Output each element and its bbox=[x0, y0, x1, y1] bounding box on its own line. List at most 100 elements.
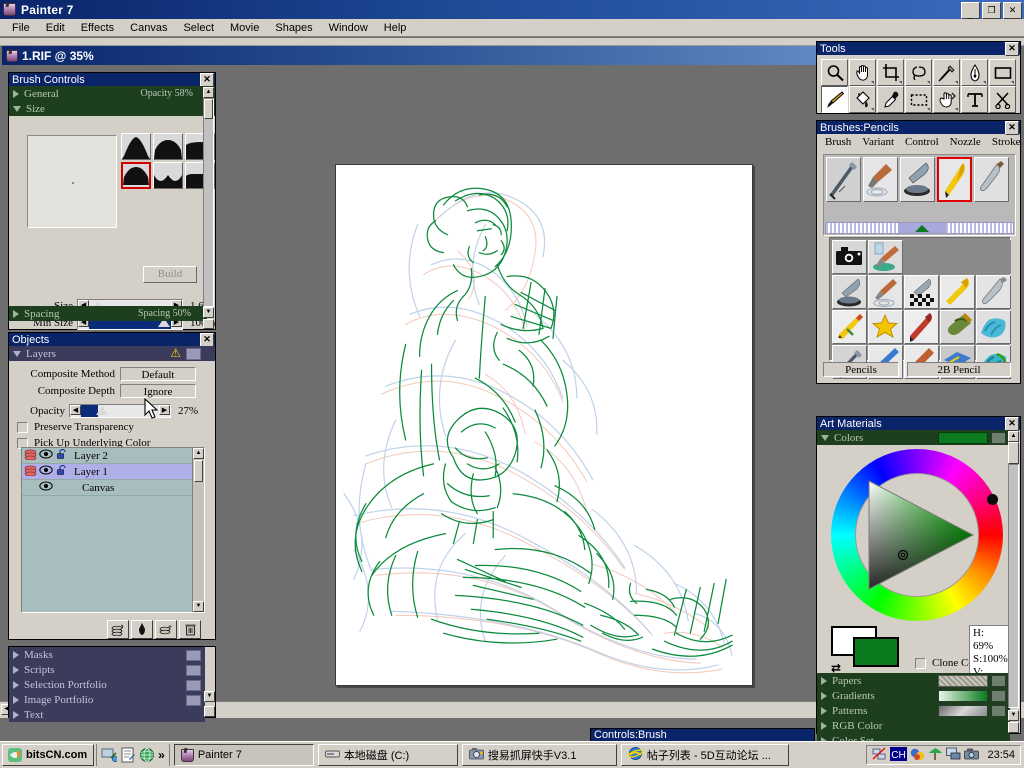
artists-icon[interactable] bbox=[863, 157, 898, 202]
close-icon[interactable]: ✕ bbox=[1005, 121, 1019, 135]
dab-profile-2[interactable] bbox=[153, 133, 183, 160]
composite-depth-value[interactable]: Ignore bbox=[120, 383, 196, 398]
dab-profile-5[interactable] bbox=[153, 162, 183, 189]
close-icon[interactable]: ✕ bbox=[200, 333, 214, 347]
paint-bucket-icon[interactable] bbox=[849, 86, 876, 113]
brush-controls-titlebar[interactable]: Brush Controls ✕ bbox=[9, 73, 215, 87]
build-button[interactable]: Build bbox=[143, 266, 197, 283]
blender-icon[interactable] bbox=[832, 275, 867, 309]
close-icon[interactable]: ✕ bbox=[200, 73, 214, 87]
art-materials-resize-grip[interactable] bbox=[1008, 722, 1019, 733]
marker-blue-icon[interactable] bbox=[976, 310, 1011, 344]
layer-opacity-left-arrow[interactable]: ◀ bbox=[70, 404, 81, 415]
scripts-menu-icon[interactable] bbox=[186, 665, 201, 676]
crop-icon[interactable] bbox=[877, 59, 904, 86]
layer-list-scroll-down[interactable]: ▼ bbox=[193, 601, 204, 612]
menu-select[interactable]: Select bbox=[175, 21, 222, 35]
hue-indicator[interactable] bbox=[987, 494, 998, 505]
ime-ch-icon[interactable]: CH bbox=[890, 746, 908, 764]
layer-list-scrollbar[interactable]: ▲ ▼ bbox=[192, 448, 204, 612]
cloners-icon[interactable] bbox=[868, 240, 903, 274]
tools-titlebar[interactable]: Tools ✕ bbox=[817, 42, 1020, 56]
rectangle-shape-icon[interactable] bbox=[989, 59, 1016, 86]
internet-icon[interactable] bbox=[139, 747, 155, 763]
menu-help[interactable]: Help bbox=[376, 21, 415, 35]
taskbar-item-capture[interactable]: 搜易抓屏快手V3.1 bbox=[461, 744, 617, 766]
camera-icon[interactable] bbox=[832, 240, 867, 274]
layer-name[interactable]: Layer 2 bbox=[70, 450, 108, 462]
image-canvas[interactable] bbox=[335, 164, 753, 686]
monitor-icon[interactable] bbox=[946, 747, 961, 764]
artist-icon[interactable] bbox=[868, 275, 903, 309]
table-row[interactable]: Canvas bbox=[22, 480, 204, 496]
brush-panel-scrollbar[interactable] bbox=[203, 98, 214, 307]
lasso-icon[interactable] bbox=[905, 59, 932, 86]
brushes-menu-nozzle[interactable]: Nozzle bbox=[950, 136, 981, 148]
brushes-menu-stroke[interactable]: Stroke bbox=[992, 136, 1021, 148]
pencils-icon[interactable] bbox=[937, 157, 972, 202]
new-layer-icon[interactable]: + bbox=[155, 620, 177, 639]
selection-portfolio-menu-icon[interactable] bbox=[186, 680, 201, 691]
dab-profile-4-selected[interactable] bbox=[121, 162, 151, 189]
minimize-button[interactable]: _ bbox=[961, 2, 980, 19]
section-papers[interactable]: Papers bbox=[817, 673, 1010, 688]
magic-wand-icon[interactable] bbox=[933, 59, 960, 86]
brush-variant-name[interactable]: 2B Pencil bbox=[907, 362, 1011, 377]
brush-category-scroll-strip[interactable] bbox=[825, 222, 1014, 234]
close-button[interactable]: ✕ bbox=[1003, 2, 1022, 19]
layer-opacity-thumb[interactable] bbox=[96, 405, 108, 415]
brush-category-name[interactable]: Pencils bbox=[823, 362, 899, 377]
dab-profile-1[interactable] bbox=[121, 133, 151, 160]
chevron-more-icon[interactable]: » bbox=[158, 748, 165, 762]
brushes-titlebar[interactable]: Brushes:Pencils ✕ bbox=[817, 121, 1020, 135]
clock[interactable]: 23:54 bbox=[987, 749, 1015, 761]
layer-opacity-slider[interactable]: ◀ ▶ bbox=[69, 403, 171, 418]
pens-icon[interactable] bbox=[974, 157, 1009, 202]
pen-nib-icon[interactable] bbox=[961, 59, 988, 86]
layer-visibility-eye-icon[interactable] bbox=[38, 449, 54, 462]
menu-window[interactable]: Window bbox=[321, 21, 376, 35]
brush-panel-resize-grip[interactable] bbox=[203, 319, 214, 329]
dropper-icon[interactable] bbox=[877, 86, 904, 113]
section-masks[interactable]: Masks bbox=[9, 647, 205, 662]
layer-opacity-right-arrow[interactable]: ▶ bbox=[159, 404, 170, 415]
layer-list[interactable]: Layer 2 Layer 1 Canvas ▲ ▼ bbox=[21, 447, 205, 613]
menu-canvas[interactable]: Canvas bbox=[122, 21, 175, 35]
layer-name[interactable]: Layer 1 bbox=[70, 466, 108, 478]
section-general[interactable]: General Opacity 58% bbox=[9, 86, 215, 101]
close-icon[interactable]: ✕ bbox=[1005, 42, 1019, 56]
star-icon[interactable] bbox=[868, 310, 903, 344]
layer-lock-icon[interactable] bbox=[54, 464, 70, 478]
table-row[interactable]: Layer 2 bbox=[22, 448, 204, 464]
section-spacing[interactable]: Spacing Spacing 50% bbox=[9, 306, 207, 321]
section-layers[interactable]: Layers ⚠ bbox=[9, 346, 215, 361]
art-materials-scroll-down[interactable]: ▼ bbox=[1008, 710, 1019, 721]
section-selection-portfolio[interactable]: Selection Portfolio bbox=[9, 677, 205, 692]
section-colors[interactable]: Colors bbox=[817, 430, 1010, 445]
pencil-color-icon[interactable] bbox=[832, 310, 867, 344]
patterns-menu-icon[interactable] bbox=[991, 705, 1006, 717]
brush-panel-scroll-down[interactable]: ▼ bbox=[203, 307, 214, 318]
dynamic-plugin-icon[interactable] bbox=[107, 620, 129, 639]
brush-panel-scroll-up[interactable]: ▲ bbox=[203, 87, 214, 98]
brush-gray-icon[interactable] bbox=[976, 275, 1011, 309]
blenders-icon[interactable] bbox=[900, 157, 935, 202]
canvas-visibility-eye-icon[interactable] bbox=[38, 481, 54, 494]
layer-list-scroll-up[interactable]: ▲ bbox=[193, 448, 204, 459]
section-rgb-color[interactable]: RGB Color bbox=[817, 718, 1010, 733]
show-desktop-icon[interactable] bbox=[101, 747, 119, 763]
maximize-button[interactable]: ❐ bbox=[982, 2, 1001, 19]
delete-layer-icon[interactable] bbox=[179, 620, 201, 639]
image-portfolio-menu-icon[interactable] bbox=[186, 695, 201, 706]
preserve-transparency-row[interactable]: Preserve Transparency bbox=[9, 419, 215, 435]
notepad-icon[interactable] bbox=[120, 747, 136, 763]
controls-brush-palette-bar[interactable]: Controls:Brush bbox=[590, 728, 815, 742]
art-materials-titlebar[interactable]: Art Materials ✕ bbox=[817, 417, 1020, 431]
canvas-name[interactable]: Canvas bbox=[70, 482, 114, 494]
section-patterns[interactable]: Patterns bbox=[817, 703, 1010, 718]
grabber-hand-icon[interactable] bbox=[849, 59, 876, 86]
airbrushes-icon[interactable] bbox=[826, 157, 861, 202]
objects-titlebar[interactable]: Objects ✕ bbox=[9, 333, 215, 347]
colors-menu-icon[interactable] bbox=[991, 432, 1006, 444]
art-materials-scrollbar[interactable] bbox=[1008, 464, 1019, 708]
